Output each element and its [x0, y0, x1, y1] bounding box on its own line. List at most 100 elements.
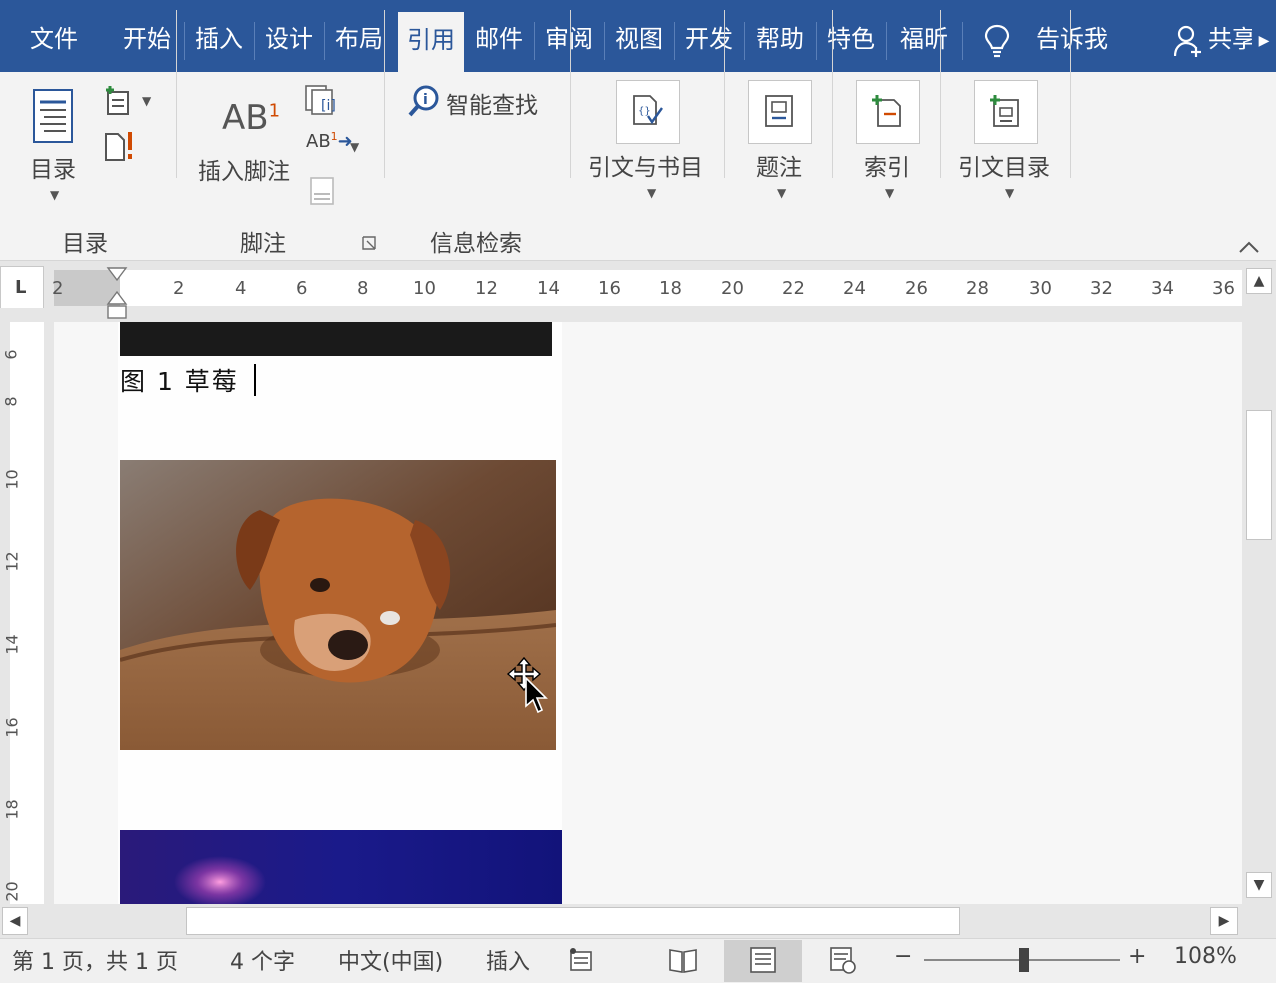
- add-text-icon[interactable]: [102, 84, 134, 116]
- scroll-right-button[interactable]: ▶: [1210, 907, 1238, 935]
- scroll-up-button[interactable]: ▲: [1246, 268, 1272, 294]
- tab-references[interactable]: 引用: [398, 12, 464, 72]
- cropped-image[interactable]: [120, 322, 552, 356]
- ruler-number: 32: [1090, 278, 1113, 299]
- chevron-down-icon[interactable]: ▼: [142, 94, 151, 108]
- page-count[interactable]: 第 1 页，共 1 页: [12, 944, 178, 976]
- ruler-number: 14: [2, 634, 22, 655]
- svg-text:{}: {}: [638, 106, 651, 117]
- toc-button-label[interactable]: 目录: [30, 150, 76, 184]
- zoom-slider-thumb[interactable]: [1019, 948, 1029, 972]
- toa-label[interactable]: 引文目录: [958, 148, 1050, 182]
- zoom-level[interactable]: 108%: [1174, 944, 1237, 969]
- mark-citation-icon: [990, 95, 1019, 127]
- text-cursor: [254, 364, 256, 396]
- ruler-number: 16: [2, 717, 22, 738]
- scroll-down-button[interactable]: ▼: [1246, 872, 1272, 898]
- zoom-in-button[interactable]: +: [1128, 944, 1146, 969]
- ruler-number: 2: [52, 278, 64, 299]
- next-footnote-icon[interactable]: AB1➜: [306, 130, 353, 152]
- chevron-down-icon[interactable]: ▼: [777, 186, 786, 200]
- web-layout-icon[interactable]: [828, 946, 858, 974]
- ruler-number: 18: [2, 799, 22, 820]
- insert-footnote-label[interactable]: 插入脚注: [198, 152, 290, 186]
- tell-me-search[interactable]: 告诉我: [1022, 0, 1122, 72]
- zoom-out-button[interactable]: −: [894, 944, 912, 969]
- tab-selector-label: L: [15, 277, 27, 298]
- chevron-down-icon[interactable]: ▼: [885, 186, 894, 200]
- tab-developer[interactable]: 开发: [674, 0, 744, 72]
- chevron-down-icon[interactable]: ▼: [1005, 186, 1014, 200]
- ruler-number: 4: [235, 278, 247, 299]
- horizontal-scroll-thumb[interactable]: [186, 907, 960, 935]
- horizontal-ruler[interactable]: [54, 270, 1242, 306]
- tab-foxit[interactable]: 福昕: [886, 0, 962, 72]
- group-divider: [1070, 10, 1071, 178]
- share-button[interactable]: 共享: [1208, 0, 1256, 72]
- ruler-number: 20: [2, 881, 22, 902]
- person-add-icon[interactable]: [1174, 24, 1204, 58]
- captions-label[interactable]: 题注: [756, 148, 802, 182]
- ruler-number: 8: [357, 278, 369, 299]
- ruler-number: 12: [475, 278, 498, 299]
- insert-endnote-icon[interactable]: [i]: [304, 84, 340, 118]
- indent-markers[interactable]: [106, 266, 128, 320]
- tab-review[interactable]: 审阅: [534, 0, 604, 72]
- chevron-down-icon[interactable]: ▼: [647, 186, 656, 200]
- collapse-ribbon-icon[interactable]: [1238, 240, 1260, 254]
- research-group-label: 信息检索: [430, 231, 522, 257]
- dog-photo[interactable]: [120, 460, 556, 750]
- dialog-launcher-icon[interactable]: [362, 236, 376, 250]
- read-mode-icon[interactable]: [668, 946, 698, 974]
- ruler-number: 2: [173, 278, 185, 299]
- footnote-group-label: 脚注: [240, 231, 286, 257]
- update-table-icon[interactable]: [102, 130, 136, 162]
- tab-view[interactable]: 视图: [604, 0, 674, 72]
- vertical-scrollbar[interactable]: [1244, 266, 1274, 904]
- table-of-contents-icon[interactable]: [30, 86, 78, 146]
- tab-divider: [962, 22, 963, 60]
- smart-lookup-label[interactable]: 智能查找: [446, 86, 538, 120]
- ruler-number: 18: [659, 278, 682, 299]
- ruler-number: 10: [413, 278, 436, 299]
- tab-selector[interactable]: L: [0, 266, 44, 310]
- group-divider: [724, 10, 725, 178]
- language-indicator[interactable]: 中文(中国): [338, 944, 443, 976]
- chevron-down-icon[interactable]: ▼: [50, 188, 59, 202]
- insert-mode[interactable]: 插入: [486, 944, 530, 976]
- scroll-left-button[interactable]: ◀: [2, 907, 28, 935]
- smart-lookup-icon[interactable]: i: [408, 84, 442, 118]
- svg-text:[i]: [i]: [321, 98, 336, 114]
- citations-label[interactable]: 引文与书目: [588, 148, 703, 182]
- vertical-scroll-thumb[interactable]: [1246, 410, 1272, 540]
- ruler-number: 26: [905, 278, 928, 299]
- superscript-one: 1: [268, 100, 281, 122]
- tab-home[interactable]: 开始: [110, 0, 184, 72]
- figure-caption[interactable]: 图 1 草莓: [120, 362, 239, 398]
- tab-file[interactable]: 文件: [14, 0, 94, 72]
- show-notes-icon[interactable]: [308, 176, 336, 206]
- lightbulb-icon[interactable]: [984, 24, 1010, 58]
- ruler-number: 6: [296, 278, 308, 299]
- ruler-number: 20: [721, 278, 744, 299]
- toc-group-label: 目录: [62, 231, 108, 257]
- tab-help[interactable]: 帮助: [744, 0, 816, 72]
- insert-footnote-icon[interactable]: AB1: [222, 98, 280, 138]
- tab-design[interactable]: 设计: [254, 0, 324, 72]
- ruler-number: 24: [843, 278, 866, 299]
- ruler-number: 16: [598, 278, 621, 299]
- index-label[interactable]: 索引: [864, 148, 910, 182]
- print-layout-icon[interactable]: [748, 946, 778, 974]
- ruler-number: 10: [2, 469, 22, 490]
- macro-record-icon[interactable]: [568, 946, 596, 974]
- tab-insert[interactable]: 插入: [184, 0, 254, 72]
- galaxy-photo[interactable]: [120, 830, 562, 904]
- ruler-number: 30: [1029, 278, 1052, 299]
- tab-mailings[interactable]: 邮件: [464, 0, 534, 72]
- chevron-down-icon[interactable]: ▼: [350, 140, 359, 154]
- word-count[interactable]: 4 个字: [230, 944, 295, 976]
- tab-featured[interactable]: 特色: [816, 0, 886, 72]
- ruler-gap: [0, 308, 1244, 320]
- ab-text: AB: [222, 98, 269, 138]
- tab-scroll-right-button[interactable]: ▶: [1252, 10, 1276, 72]
